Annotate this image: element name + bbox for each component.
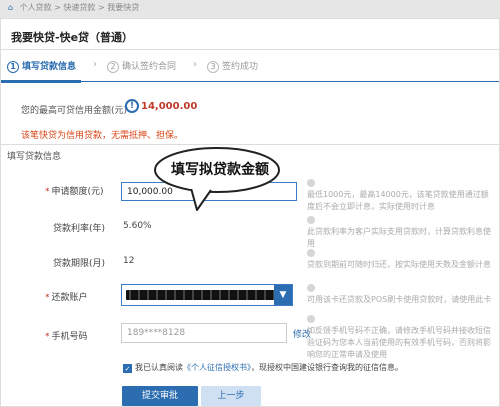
max-credit-value: 14,000.00 — [141, 101, 198, 112]
amount-label-text: 申请额度(元) — [51, 187, 104, 197]
chevron-right-icon: › — [193, 59, 197, 70]
hint-text: 此贷款利率为客户实际支用贷款时，计算贷款利息使用 — [307, 227, 491, 248]
hint-account: 可用该卡还贷款及POS刷卡使用贷款时，请使用此卡 — [307, 284, 497, 306]
max-credit-label: 您的最高可贷信用金额(元) — [21, 106, 128, 116]
agreement-suffix: ，现授权中国建设银行查询我的征信信息。 — [251, 363, 403, 372]
step-2-label: 确认签约合同 — [122, 62, 177, 72]
callout-tail-mask — [189, 184, 213, 189]
hint-rate: 此贷款利率为客户实际支用贷款时，计算贷款利息使用 — [307, 216, 497, 250]
hint-text: 可用该卡还贷款及POS刷卡使用贷款时，请使用此卡 — [307, 295, 492, 304]
term-value: 12 — [123, 256, 135, 266]
masked-account-number — [126, 290, 276, 300]
hint-text: 如反馈手机号码不正确，请修改手机号码并接收短信验证码为您本人当前使用的有效手机号… — [307, 326, 491, 359]
hint-term: 贷款到期前可随时归还，按实际使用天数及金额计息 — [307, 249, 497, 271]
phone-label-text: 手机号码 — [51, 332, 88, 342]
loan-notice: 该笔快贷为信用贷款，无需抵押、担保。 — [21, 131, 184, 141]
breadcrumb: ⌂ 个人贷款 > 快速贷款 > 我要快贷 — [0, 0, 500, 18]
required-mark: * — [45, 293, 50, 303]
rate-value: 5.60% — [123, 221, 152, 231]
title-divider — [1, 49, 499, 50]
step-2: 2 确认签约合同 — [107, 59, 176, 73]
step-1-label: 填写贷款信息 — [22, 62, 77, 72]
hint-amount: 最低1000元，最高14000元，该笔贷款使用通过额度后不会立即计息，实际使用时… — [307, 179, 497, 213]
hint-text: 最低1000元，最高14000元，该笔贷款使用通过额度后不会立即计息，实际使用时… — [307, 190, 489, 211]
step-2-number: 2 — [107, 61, 119, 73]
account-label: * 还款账户 — [45, 290, 88, 303]
chevron-down-icon[interactable]: ▼ — [274, 285, 292, 305]
required-mark: * — [45, 332, 50, 342]
previous-step-button[interactable]: 上一步 — [201, 386, 261, 406]
step-1: 1 填写贷款信息 — [7, 59, 76, 73]
callout-tail — [190, 187, 212, 211]
breadcrumb-path: 个人贷款 > 快速贷款 > 我要快贷 — [19, 3, 140, 12]
hint-icon — [307, 179, 315, 187]
term-label: 贷款期限(月) — [53, 259, 106, 269]
agreement-prefix: 我已认真阅读 — [135, 363, 183, 372]
hint-icon — [307, 315, 315, 323]
hint-icon — [307, 284, 315, 292]
hint-icon — [307, 249, 315, 257]
amount-label: * 申请额度(元) — [45, 184, 104, 197]
account-select[interactable]: ▼ — [121, 284, 293, 306]
chevron-right-icon: › — [93, 59, 97, 70]
home-icon[interactable]: ⌂ — [8, 3, 13, 12]
active-step-underline — [1, 80, 81, 83]
rate-label: 贷款利率(年) — [53, 224, 106, 234]
annotation-text: 填写拟贷款金额 — [171, 162, 269, 178]
phone-input[interactable] — [121, 323, 287, 343]
account-label-text: 还款账户 — [51, 293, 88, 303]
callout-bubble — [154, 147, 280, 211]
step-3: 3 签约成功 — [207, 59, 258, 73]
submit-button[interactable]: 提交审批 — [122, 386, 198, 406]
agreement-checkbox[interactable]: ✓ — [123, 364, 132, 373]
agreement-row: ✓ 我已认真阅读《个人征信授权书》，现授权中国建设银行查询我的征信信息。 — [123, 362, 403, 373]
step-1-number: 1 — [7, 61, 19, 73]
phone-label: * 手机号码 — [45, 329, 88, 342]
main-panel: 我要快贷-快e贷（普通） 1 填写贷款信息 › 2 确认签约合同 › 3 签约成功 您… — [0, 18, 500, 407]
page-title: 我要快贷-快e贷（普通） — [11, 31, 134, 44]
section-title: 填写贷款信息 — [7, 152, 62, 162]
hint-text: 贷款到期前可随时归还，按实际使用天数及金额计息 — [307, 260, 491, 269]
credit-authorization-link[interactable]: 《个人征信授权书》 — [183, 363, 251, 372]
step-3-number: 3 — [207, 61, 219, 73]
step-indicator: 1 填写贷款信息 › 2 确认签约合同 › 3 签约成功 — [1, 57, 499, 79]
step-3-label: 签约成功 — [222, 62, 259, 72]
hint-phone: 如反馈手机号码不正确，请修改手机号码并接收短信验证码为您本人当前使用的有效手机号… — [307, 315, 497, 361]
info-icon[interactable]: ! — [125, 99, 139, 113]
required-mark: * — [45, 187, 50, 197]
hint-icon — [307, 216, 315, 224]
